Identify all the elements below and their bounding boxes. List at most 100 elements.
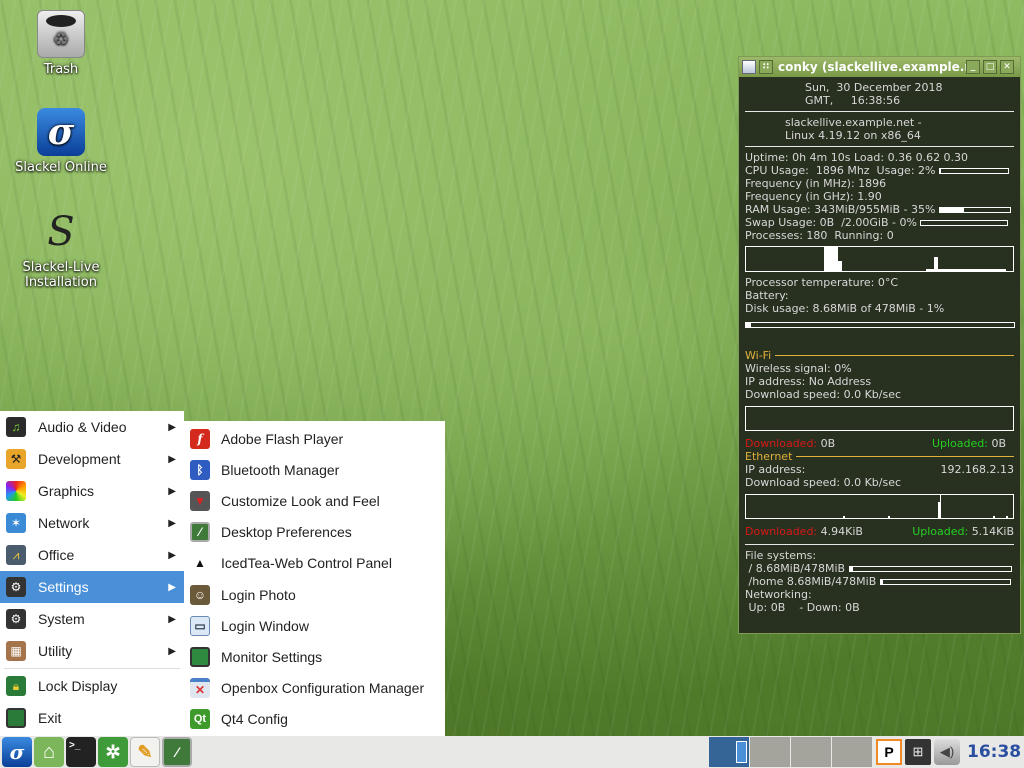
- conky-ram-row: RAM Usage: 343MiB/955MiB - 35%: [745, 203, 1014, 216]
- submenu-item-openbox-configuration-manager[interactable]: ✕ Openbox Configuration Manager: [184, 673, 445, 704]
- text-editor-launcher[interactable]: ✎: [130, 737, 160, 767]
- conky-ram: RAM Usage: 343MiB/955MiB - 35%: [745, 203, 936, 216]
- fs-home-bar: [879, 579, 1011, 585]
- submenu-arrow-icon: ▶: [168, 485, 176, 497]
- graphics-icon: [6, 481, 26, 501]
- submenu-arrow-icon: ▶: [168, 517, 176, 529]
- divider: [796, 456, 1014, 457]
- menu-item-development[interactable]: ⚒ Development ▶: [0, 443, 184, 475]
- workspace-2[interactable]: [750, 737, 790, 767]
- divider: [775, 355, 1014, 356]
- system-tray: P ⊞ ◀) 16:38: [876, 737, 1021, 767]
- trash-icon: [37, 10, 85, 58]
- menu-item-audio-video[interactable]: ♫ Audio & Video ▶: [0, 411, 184, 443]
- ethernet-heading-label: Ethernet: [745, 450, 793, 463]
- wifi-downloaded-value: 0B: [820, 437, 836, 450]
- menu-item-graphics[interactable]: Graphics ▶: [0, 475, 184, 507]
- ram-usage-bar: [938, 207, 1011, 213]
- conky-cpu: CPU Usage: 1896 Mhz Usage: 2%: [745, 164, 936, 177]
- submenu-item-bluetooth-manager[interactable]: ᛒ Bluetooth Manager: [184, 454, 445, 485]
- swap-usage-bar: [920, 220, 1009, 226]
- desktop-icon-label-line1: Slackel-Live: [22, 260, 100, 275]
- audio-video-icon: ♫: [6, 417, 26, 437]
- desktop-icon-label: Slackel Online: [15, 160, 107, 175]
- conky-swap-row: Swap Usage: 0B /2.00GiB - 0%: [745, 216, 1014, 229]
- menu-item-label: Exit: [38, 710, 62, 726]
- ram-usage-fill: [939, 208, 965, 212]
- network-status-icon[interactable]: ⊞: [905, 739, 931, 765]
- clock[interactable]: 16:38: [967, 742, 1021, 762]
- conky-battery: Battery:: [745, 289, 789, 302]
- network-icon: ✶: [6, 513, 26, 533]
- ethernet-transfer: Downloaded: 4.94KiB Uploaded: 5.14KiB: [745, 525, 1014, 538]
- menu-item-label: Audio & Video: [38, 419, 127, 435]
- menu-item-utility[interactable]: ▦ Utility ▶: [0, 635, 184, 667]
- divider: [745, 544, 1014, 545]
- conky-freq-mhz: Frequency (in MHz): 1896: [745, 177, 887, 190]
- home-folder-launcher[interactable]: ⌂: [34, 737, 64, 767]
- ethernet-ip-value: 192.168.2.13: [940, 463, 1014, 476]
- submenu-item-label: Openbox Configuration Manager: [221, 680, 425, 697]
- start-menu-button[interactable]: σ: [2, 737, 32, 767]
- wifi-transfer: Downloaded: 0B Uploaded: 0B: [745, 437, 1014, 450]
- maximize-button[interactable]: □: [983, 60, 997, 74]
- submenu-arrow-icon: ▶: [168, 453, 176, 465]
- browser-launcher[interactable]: ✲: [98, 737, 128, 767]
- ethernet-uploaded-label: Uploaded:: [912, 525, 969, 538]
- menu-item-lock-display[interactable]: 🔒︎ Lock Display: [0, 670, 184, 702]
- close-button[interactable]: ✕: [1000, 60, 1014, 74]
- fs-home-fill: [880, 580, 884, 584]
- menu-item-office[interactable]: ⩘ Office ▶: [0, 539, 184, 571]
- desktop-preferences-icon: ⁄: [190, 522, 210, 543]
- window-sticky-icon[interactable]: ∷: [759, 60, 773, 74]
- conky-freq-ghz: Frequency (in GHz): 1.90: [745, 190, 882, 203]
- window-menu-icon[interactable]: [742, 60, 756, 74]
- menu-item-exit[interactable]: Exit: [0, 702, 184, 734]
- monitor-icon: [190, 646, 210, 667]
- workspace-3[interactable]: [791, 737, 831, 767]
- submenu-item-adobe-flash-player[interactable]: f Adobe Flash Player: [184, 423, 445, 454]
- window-title: conky (slackellive.example.net): [778, 60, 966, 74]
- desktop-icon-slackel-live-installation[interactable]: S Slackel-Live Installation: [6, 208, 116, 290]
- submenu-arrow-icon: ▶: [168, 613, 176, 625]
- submenu-item-desktop-preferences[interactable]: ⁄ Desktop Preferences: [184, 517, 445, 548]
- filesystems-heading: File systems:: [745, 549, 817, 562]
- graph-baseline: [926, 269, 1006, 271]
- workspace-4[interactable]: [832, 737, 872, 767]
- conky-temperature: Processor temperature: 0°C: [745, 276, 899, 289]
- terminal-launcher[interactable]: >_: [66, 737, 96, 767]
- graph-peak: [838, 261, 842, 271]
- menu-item-network[interactable]: ✶ Network ▶: [0, 507, 184, 539]
- bluetooth-icon: ᛒ: [190, 459, 210, 480]
- conky-kernel: Linux 4.19.12 on x86_64: [785, 129, 921, 142]
- desktop-icon-slackel-online[interactable]: σ Slackel Online: [6, 108, 116, 175]
- parking-pager-icon[interactable]: P: [876, 739, 902, 765]
- workspace-1[interactable]: [709, 737, 749, 767]
- submenu-item-login-window[interactable]: ▭ Login Window: [184, 610, 445, 641]
- office-icon: ⩘: [6, 545, 26, 565]
- conky-cpu-row: CPU Usage: 1896 Mhz Usage: 2%: [745, 164, 1014, 177]
- desktop-preferences-launcher[interactable]: ⁄: [162, 737, 192, 767]
- submenu-arrow-icon: ▶: [168, 645, 176, 657]
- menu-item-system[interactable]: ⚙ System ▶: [0, 603, 184, 635]
- conky-titlebar[interactable]: ∷ conky (slackellive.example.net) _ □ ✕: [739, 57, 1020, 77]
- volume-icon[interactable]: ◀): [934, 739, 960, 765]
- wifi-ip: IP address: No Address: [745, 375, 872, 388]
- submenu-item-icedtea-web-control-panel[interactable]: ▲ IcedTea-Web Control Panel: [184, 548, 445, 579]
- submenu-item-qt4-config[interactable]: Qt Qt4 Config: [184, 704, 445, 735]
- application-menu: ♫ Audio & Video ▶ ⚒ Development ▶ Graphi…: [0, 411, 184, 736]
- fs-home-row: /home 8.68MiB/478MiB: [745, 575, 1014, 588]
- menu-item-label: System: [38, 611, 85, 627]
- minimize-button[interactable]: _: [966, 60, 980, 74]
- conky-hostname: slackellive.example.net -: [785, 116, 922, 129]
- conky-disk: Disk usage: 8.68MiB of 478MiB - 1%: [745, 302, 945, 315]
- lock-display-icon: 🔒︎: [6, 676, 26, 696]
- workspace-switcher: [709, 737, 873, 767]
- submenu-item-customize-look-and-feel[interactable]: ▼ Customize Look and Feel: [184, 485, 445, 516]
- submenu-item-monitor-settings[interactable]: Monitor Settings: [184, 641, 445, 672]
- wifi-heading: Wi-Fi: [745, 349, 1014, 362]
- desktop-icon-trash[interactable]: Trash: [6, 10, 116, 77]
- divider: [745, 146, 1014, 147]
- menu-item-settings[interactable]: ⚙ Settings ▶: [0, 571, 184, 603]
- submenu-item-login-photo[interactable]: ☺ Login Photo: [184, 579, 445, 610]
